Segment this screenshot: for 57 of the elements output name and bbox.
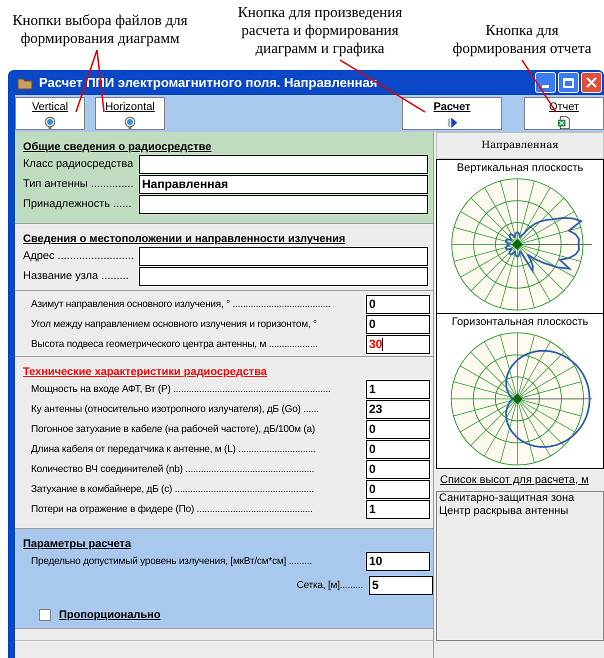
input-field[interactable]: 1 (366, 500, 430, 518)
input-field[interactable]: 0 (366, 314, 430, 334)
field-label: Адрес ......................... (22, 248, 133, 264)
file-button[interactable]: Horizontal (95, 97, 165, 130)
field-label: Азимут направления основного излучения, ° ...................................... (30, 298, 332, 312)
field-label: Потери на отражение в фидере (По) ............................................. (30, 502, 314, 516)
annotation-text: Кнопки выбора файлов для формирования диаграмм (12, 13, 188, 47)
input-field[interactable]: 5 (369, 576, 433, 594)
section-title: Сведения о местоположении и направленности излучения (22, 233, 346, 245)
annotation-text: Кнопка для формирования отчета (452, 23, 592, 57)
checkbox[interactable] (39, 609, 51, 622)
chart-title: Вертикальная плоскость (456, 161, 584, 176)
input-field[interactable]: 0 (366, 480, 430, 498)
input-field[interactable]: 0 (366, 420, 430, 438)
input-field[interactable] (139, 246, 428, 266)
field-label: Количество ВЧ соединителей (nb) .................................................. (30, 462, 316, 476)
field-label: Предельно допустимый уровень излучения, [мкВт/см*см] ......... (30, 554, 313, 568)
section-title: Параметры расчета (22, 538, 132, 550)
field-label: Принадлежность ...... (22, 196, 132, 212)
input-field[interactable] (139, 154, 428, 174)
field-label: Название узла ......... (22, 268, 130, 284)
field-label: Класс радиосредства (22, 156, 133, 172)
field-label: Длина кабеля от передатчика к антенне, м (L) .............................. (30, 442, 317, 456)
input-field[interactable]: 0 (366, 460, 430, 478)
annotation-text: Кнопка для произведения расчета и формирования диаграмм и графика (238, 5, 402, 57)
input-field[interactable] (139, 266, 428, 286)
checkbox-label: Пропорционально (59, 608, 161, 623)
field-label: Тип антенны .............. (22, 176, 133, 192)
folder-icon (17, 76, 33, 90)
input-field[interactable]: 1 (366, 380, 430, 398)
input-field[interactable]: 10 (366, 552, 430, 570)
section-title: Технические характеристики радиосредства (22, 366, 268, 378)
input-field[interactable]: 23 (366, 400, 430, 418)
field-label: Высота подвеса геометрического центра антенны, м ................... (30, 338, 319, 352)
field-label: Мощность на входе АФТ, Вт (P) ............................................................. (30, 382, 332, 396)
field-label: Сетка, [м]......... (296, 578, 363, 592)
close-button[interactable] (581, 72, 602, 93)
input-field[interactable] (139, 194, 428, 214)
calculate-button[interactable]: Расчет (402, 97, 502, 130)
field-label: Затухание в комбайнере, дБ (c) ...................................................... (30, 482, 315, 496)
minimize-button[interactable] (535, 72, 556, 93)
file-button[interactable]: Vertical (15, 97, 85, 130)
chart-title: Горизонтальная плоскость (452, 315, 588, 330)
field-label: Угол между направлением основного излучения и горизонтом, ° (30, 318, 318, 332)
chart-type-label: Направленная (481, 139, 559, 153)
input-field[interactable]: Направленная (139, 174, 428, 194)
input-field[interactable]: 0 (366, 440, 430, 458)
close-icon (586, 77, 597, 88)
maximize-button[interactable] (558, 72, 579, 93)
heights-link[interactable]: Список высот для расчета, м (440, 472, 589, 488)
field-label: Ку антенны (относительно изотропного излучателя), дБ (Go) ...... (30, 402, 320, 416)
section-title: Общие сведения о радиосредстве (22, 141, 212, 153)
list-item[interactable]: Центр раскрыва антенны (439, 505, 601, 518)
input-field[interactable]: 30 (366, 334, 430, 354)
field-label: Погонное затухание в кабеле (на рабочей частоте), дБ/100м (a) (30, 422, 316, 436)
list-item[interactable]: Санитарно-защитная зона (439, 492, 601, 505)
input-field[interactable]: 0 (366, 294, 430, 314)
